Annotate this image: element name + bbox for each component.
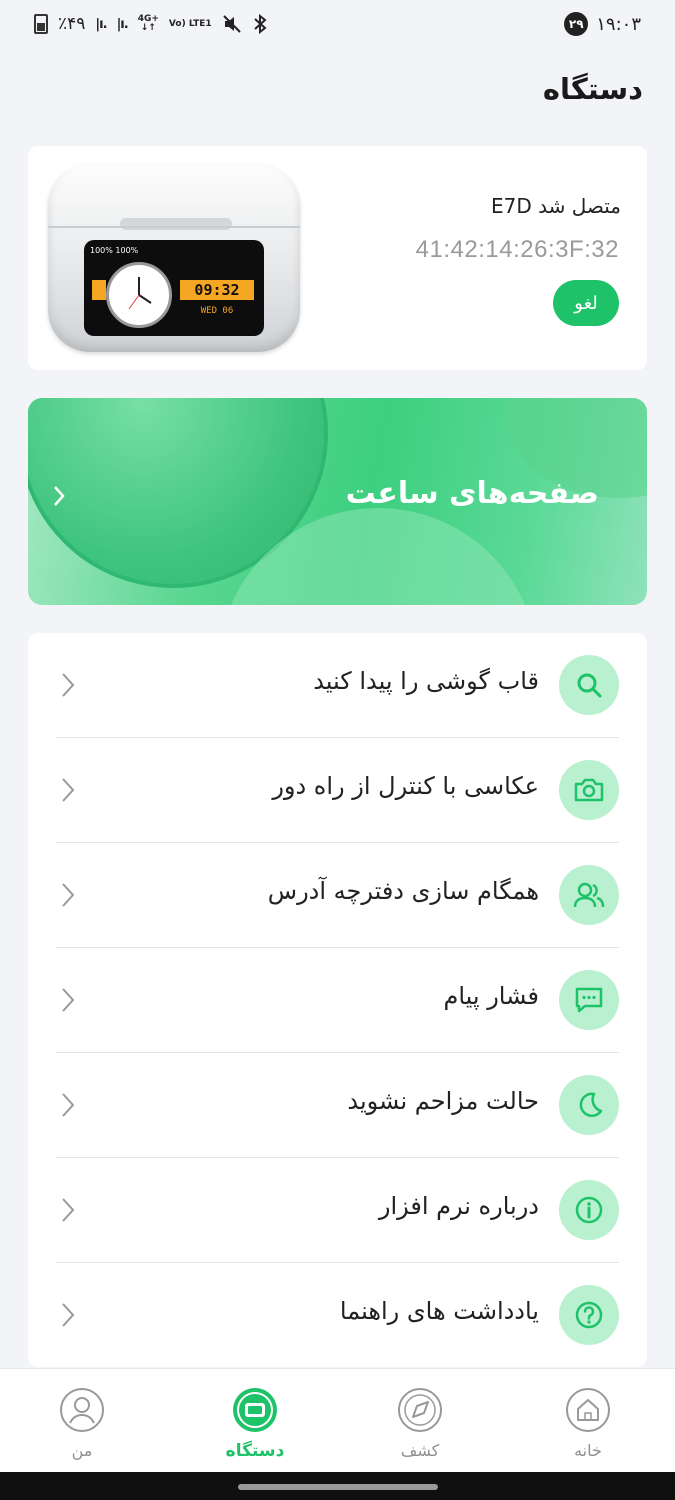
nav-label: خانه (574, 1441, 602, 1460)
status-right: ۲۹ ۱۹:۰۳ (564, 12, 641, 36)
screen-battery-text: 100% 100% (90, 246, 139, 255)
menu-item-label: فشار پیام (443, 982, 539, 1010)
nav-item-home[interactable]: خانه (528, 1369, 648, 1473)
nav-label: دستگاه (225, 1441, 285, 1461)
camera-icon (559, 760, 619, 820)
menu-item-contacts-sync[interactable]: همگام سازی دفترچه آدرس (28, 843, 647, 948)
message-icon (559, 970, 619, 1030)
device-icon (232, 1387, 278, 1433)
battery-icon (34, 14, 48, 34)
nav-item-discover[interactable]: کشف (360, 1369, 480, 1473)
feature-menu: قاب گوشی را پیدا کنید عکاسی با کنترل از … (28, 633, 647, 1367)
signal-icon-2: |ı. (116, 16, 129, 32)
case-screen: 100% 100% 09:32 WED 06 (84, 240, 264, 336)
screen-status: 100% 100% (90, 246, 258, 256)
case-lid-line (48, 226, 300, 228)
profile-icon (59, 1387, 105, 1433)
bluetooth-icon (253, 14, 267, 34)
info-icon (559, 1180, 619, 1240)
menu-item-find-case[interactable]: قاب گوشی را پیدا کنید (28, 633, 647, 738)
menu-item-about[interactable]: درباره نرم افزار (28, 1158, 647, 1263)
device-name: متصل شد E7D (491, 194, 621, 218)
case-slot (120, 218, 232, 230)
chevron-right-icon (54, 1089, 82, 1121)
mute-icon (222, 15, 241, 33)
screen-digital-time: 09:32 (180, 280, 254, 300)
menu-item-help[interactable]: یادداشت های راهنما (28, 1263, 647, 1368)
status-left: ٪۴۹ |ı. |ı. 4G+ ↓↑ Vo) LTE1 (34, 14, 268, 34)
battery-level: ٪۴۹ (58, 14, 86, 34)
volte-badge: Vo) LTE1 (168, 18, 212, 29)
nav-item-me[interactable]: من (22, 1369, 142, 1473)
chevron-right-icon (54, 774, 82, 806)
menu-item-message-push[interactable]: فشار پیام (28, 948, 647, 1053)
gesture-bar (0, 1472, 675, 1500)
menu-item-label: درباره نرم افزار (378, 1192, 539, 1220)
nav-label: کشف (400, 1441, 440, 1460)
menu-item-label: عکاسی با کنترل از راه دور (272, 772, 539, 800)
status-bar: ٪۴۹ |ı. |ı. 4G+ ↓↑ Vo) LTE1 ۲۹ ۱۹:۰۳ (0, 0, 675, 48)
screen-band (92, 280, 106, 300)
menu-item-label: یادداشت های راهنما (339, 1297, 539, 1325)
contacts-icon (559, 865, 619, 925)
earbuds-case: 100% 100% 09:32 WED 06 (48, 164, 300, 352)
menu-item-remote-camera[interactable]: عکاسی با کنترل از راه دور (28, 738, 647, 843)
home-icon (565, 1387, 611, 1433)
chevron-right-icon (54, 879, 82, 911)
bottom-nav: من دستگاه کشف خانه (0, 1368, 675, 1472)
gesture-handle[interactable] (238, 1484, 438, 1490)
menu-item-label: همگام سازی دفترچه آدرس (267, 877, 539, 905)
menu-item-label: حالت مزاحم نشوید (347, 1087, 539, 1115)
chevron-right-icon (54, 669, 82, 701)
chevron-right-icon (54, 1194, 82, 1226)
chevron-right-icon (54, 984, 82, 1016)
discover-icon (397, 1387, 443, 1433)
search-icon (559, 655, 619, 715)
device-image: 100% 100% 09:32 WED 06 (48, 164, 300, 352)
nav-label: من (71, 1441, 93, 1460)
chevron-right-icon (54, 1299, 82, 1331)
device-card[interactable]: 100% 100% 09:32 WED 06 متصل شد E7D 41:42… (28, 146, 647, 370)
device-mac-address: 41:42:14:26:3F:32 (415, 236, 619, 263)
calendar-badge: ۲۹ (564, 12, 589, 36)
chevron-right-icon (52, 484, 66, 515)
moon-icon (559, 1075, 619, 1135)
signal-icon: |ı. (95, 16, 107, 32)
cancel-button[interactable]: لغو (553, 280, 619, 326)
banner-title: صفحه‌های ساعت (345, 476, 599, 511)
network-badge: 4G+ ↓↑ (137, 14, 159, 33)
screen-date: WED 06 (200, 306, 234, 316)
analog-clock-icon (106, 262, 172, 328)
nav-item-device[interactable]: دستگاه (195, 1369, 315, 1473)
menu-item-label: قاب گوشی را پیدا کنید (313, 667, 539, 695)
status-time: ۱۹:۰۳ (596, 13, 641, 35)
page-title: دستگاه (542, 72, 643, 106)
help-icon (559, 1285, 619, 1345)
menu-item-do-not-disturb[interactable]: حالت مزاحم نشوید (28, 1053, 647, 1158)
watch-faces-banner[interactable]: صفحه‌های ساعت (28, 398, 647, 605)
